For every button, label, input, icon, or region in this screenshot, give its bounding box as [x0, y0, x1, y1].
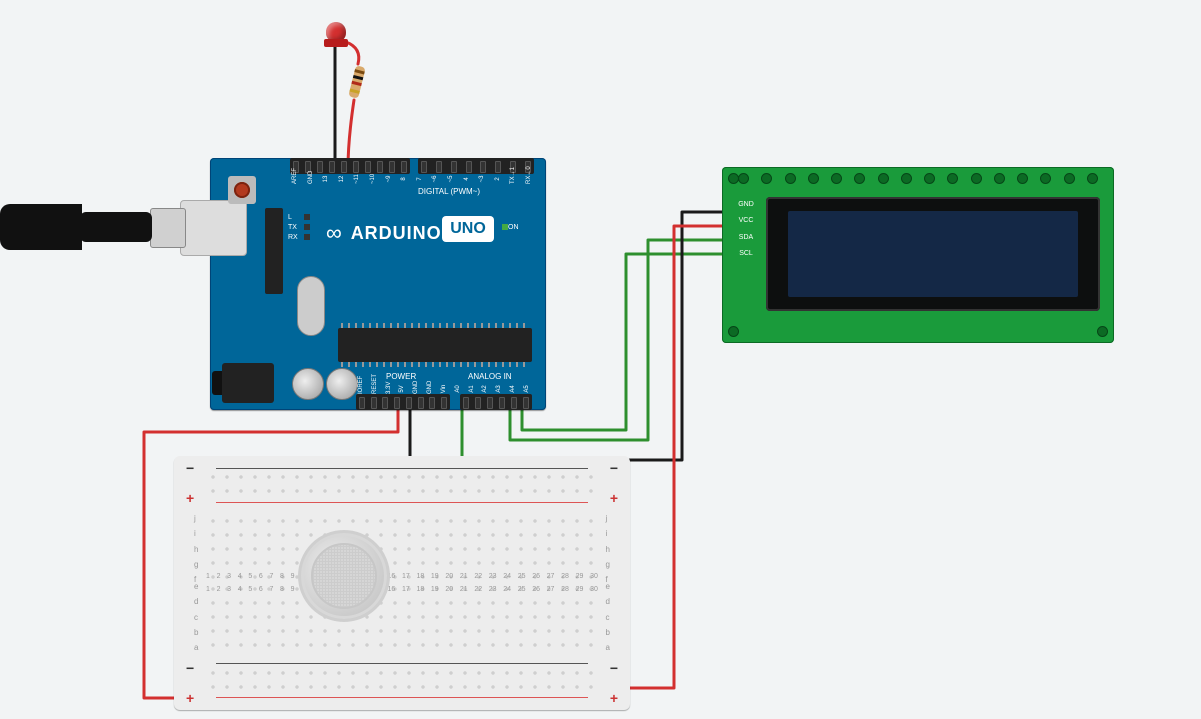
- led-rx-indicator: [304, 234, 310, 240]
- usb-port: [180, 200, 247, 256]
- bot-rail-holes[interactable]: [206, 666, 598, 696]
- usb-cable-end: [0, 204, 82, 250]
- rail-minus-bot-right: −: [610, 660, 618, 676]
- resistor-led[interactable]: [348, 65, 365, 98]
- top-rail-holes[interactable]: [206, 470, 598, 500]
- circuit-canvas[interactable]: ∞ ARDUINO UNO L TX RX ON AREFGND1312~11~…: [0, 0, 1201, 719]
- capacitor-2: [326, 368, 358, 400]
- label-L: L: [288, 214, 292, 221]
- lcd-pin-vcc: VCC: [736, 217, 756, 224]
- usb-plug: [150, 208, 186, 248]
- arduino-model-badge: UNO: [442, 216, 494, 242]
- lcd-pin-gnd: GND: [736, 201, 756, 208]
- label-power: POWER: [386, 372, 416, 381]
- col-labels-upper: 1234567891011121314151617181920212223242…: [206, 586, 598, 593]
- arduino-brand-text: ARDUINO: [351, 223, 442, 244]
- row-labels-top-right: jihgf: [606, 514, 610, 584]
- lcd-corner-hole: [1097, 326, 1108, 337]
- arduino-uno-board[interactable]: ∞ ARDUINO UNO L TX RX ON AREFGND1312~11~…: [210, 158, 546, 410]
- led-L-indicator: [304, 214, 310, 220]
- mq-gas-sensor[interactable]: [298, 530, 390, 622]
- crystal-oscillator: [297, 276, 325, 336]
- rail-plus-top-left: +: [186, 490, 194, 506]
- icsp-header[interactable]: [265, 208, 283, 294]
- led-base: [324, 39, 348, 47]
- rail-line-top-minus: [216, 468, 588, 469]
- led-tx-indicator: [304, 224, 310, 230]
- label-rx: RX: [288, 234, 298, 241]
- lcd-pin-scl: SCL: [736, 250, 756, 257]
- usb-cable: [80, 212, 152, 242]
- rail-minus-top-right: −: [610, 460, 618, 476]
- label-on: ON: [508, 224, 519, 231]
- wire-a4-to-sda[interactable]: [510, 240, 752, 440]
- power-analog-pin-labels: IOREFRESET3.3V5VGNDGNDVinA0A1A2A3A4A5: [356, 386, 532, 392]
- rail-plus-bot-right: +: [610, 690, 618, 706]
- lcd-corner-hole: [728, 173, 739, 184]
- rail-plus-top-right: +: [610, 490, 618, 506]
- digital-header-2[interactable]: [418, 158, 534, 174]
- lcd-pin-sda: SDA: [736, 234, 756, 241]
- rail-line-bot-minus: [216, 663, 588, 664]
- lcd-screen: [788, 211, 1078, 297]
- label-analog: ANALOG IN: [468, 372, 512, 381]
- rail-minus-top-left: −: [186, 460, 194, 476]
- atmega-chip: [338, 328, 532, 362]
- i2c-lcd-module[interactable]: GND VCC SDA SCL: [722, 167, 1114, 343]
- capacitor-1: [292, 368, 324, 400]
- rail-minus-bot-left: −: [186, 660, 194, 676]
- digital-pin-labels: AREFGND1312~11~10~987~6~54~32TX→1RX←0: [290, 176, 534, 182]
- barrel-jack: [222, 363, 274, 403]
- lcd-corner-hole: [728, 326, 739, 337]
- rail-line-bot-plus: [216, 697, 588, 698]
- breadboard[interactable]: − + − + − + − + jihgf jihgf edcba edcba …: [174, 456, 630, 710]
- label-digital: DIGITAL (PWM~): [418, 187, 480, 196]
- rail-line-top-plus: [216, 502, 588, 503]
- arduino-infinity-icon: ∞: [326, 220, 343, 246]
- wire-a5-to-scl[interactable]: [522, 254, 752, 430]
- gas-sensor-mesh-icon: [311, 543, 377, 609]
- row-labels-bot-left: edcba: [194, 582, 198, 652]
- row-labels-top-left: jihgf: [194, 514, 198, 584]
- power-header[interactable]: [356, 394, 450, 410]
- label-tx: TX: [288, 224, 297, 231]
- row-labels-bot-right: edcba: [606, 582, 610, 652]
- rail-plus-bot-left: +: [186, 690, 194, 706]
- col-labels-lower: 1234567891011121314151617181920212223242…: [206, 573, 598, 580]
- red-led-component[interactable]: [326, 22, 354, 50]
- lcd-pin-labels: GND VCC SDA SCL: [736, 201, 756, 257]
- lcd-frame: [766, 197, 1100, 311]
- reset-button[interactable]: [228, 176, 256, 204]
- arduino-logo: ∞ ARDUINO: [326, 220, 442, 246]
- analog-header[interactable]: [460, 394, 532, 410]
- lcd-pin-holes: [738, 173, 1098, 183]
